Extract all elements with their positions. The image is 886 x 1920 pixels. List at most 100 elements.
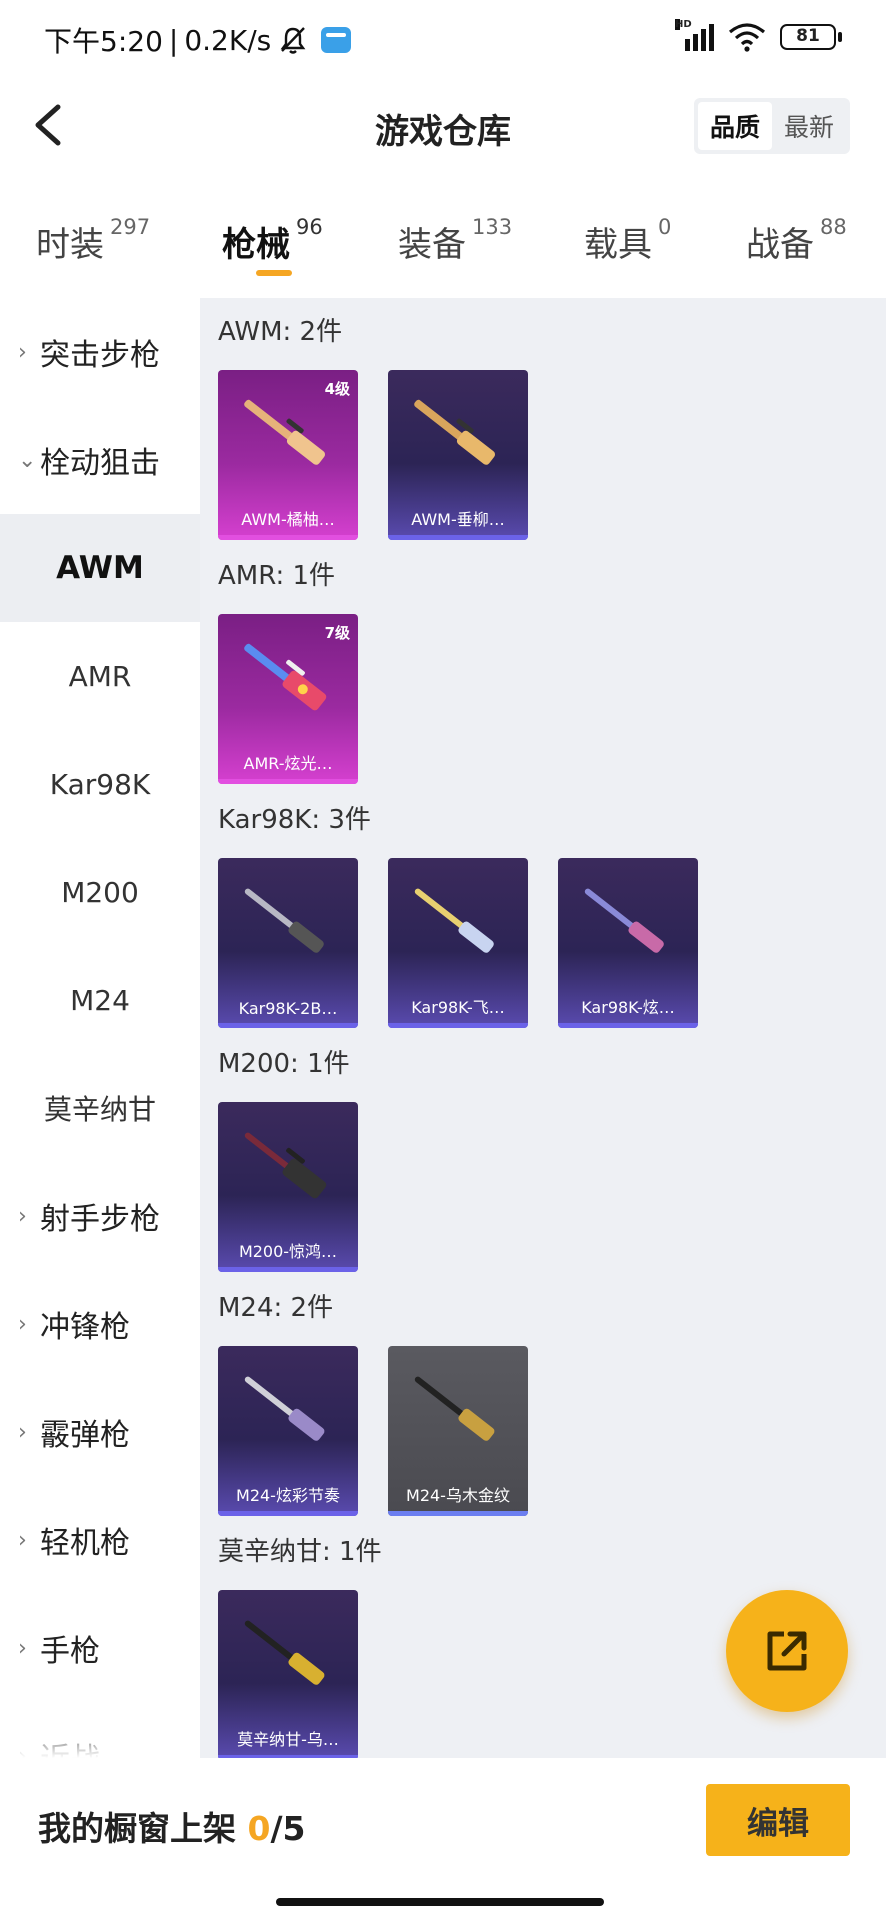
chevron-down-icon: ⌄	[18, 447, 37, 473]
network-speed: 0.2K/s	[184, 23, 272, 57]
card-row: Kar98K-2B… Kar98K-飞… Kar98K-炫…	[218, 858, 698, 1028]
section-m200: M200: 1件 M200-惊鸿…	[218, 1044, 358, 1272]
rarity-bar	[218, 779, 358, 784]
weapon-card[interactable]: Kar98K-2B…	[218, 858, 358, 1028]
sidebar-item-label: AWM	[56, 550, 144, 586]
sidebar-subitem-kar98k[interactable]: Kar98K	[0, 730, 200, 838]
chevron-right-icon: ›	[18, 1203, 27, 1229]
sort-latest-button[interactable]: 最新	[772, 102, 846, 150]
sort-toggle: 品质 最新	[694, 98, 850, 154]
sidebar-item-label: M24	[70, 983, 130, 1017]
sidebar-subitem-mosin[interactable]: 莫辛纳甘	[0, 1054, 200, 1162]
edit-button[interactable]: 编辑	[706, 1784, 850, 1856]
sidebar-item-label: 栓动狙击	[40, 446, 160, 481]
cell-signal-icon: HD	[675, 19, 714, 51]
tab-vehicles[interactable]: 载具 0	[584, 215, 672, 266]
rifle-icon	[244, 1376, 325, 1441]
weapon-name: AWM-垂柳…	[411, 510, 505, 529]
showcase-total: /5	[270, 1809, 306, 1848]
chevron-right-icon: ›	[18, 1419, 27, 1445]
bell-muted-icon	[280, 27, 306, 54]
weapon-card[interactable]: AWM-垂柳…	[388, 370, 528, 540]
rifle-icon	[244, 1132, 327, 1199]
weapon-name: Kar98K-炫…	[581, 998, 675, 1017]
weapon-name: Kar98K-飞…	[411, 998, 505, 1017]
section-m24: M24: 2件 M24-炫彩节奏 M24-乌木金纹	[218, 1288, 528, 1516]
chevron-right-icon: ›	[18, 339, 27, 365]
chevron-right-icon: ›	[18, 1527, 27, 1553]
tab-label: 枪械	[222, 225, 290, 265]
weapon-card[interactable]: 4级 AWM-橘柚…	[218, 370, 358, 540]
card-row: 4级 AWM-橘柚… AWM-垂柳…	[218, 370, 528, 540]
sidebar-subitem-amr[interactable]: AMR	[0, 622, 200, 730]
card-row: M24-炫彩节奏 M24-乌木金纹	[218, 1346, 528, 1516]
tab-guns[interactable]: 枪械 96	[222, 215, 323, 266]
weapon-card[interactable]: Kar98K-炫…	[558, 858, 698, 1028]
sidebar-subitem-m200[interactable]: M200	[0, 838, 200, 946]
sidebar-item-label: 霰弹枪	[40, 1418, 130, 1453]
weapon-card[interactable]: 莫辛纳甘-乌…	[218, 1590, 358, 1758]
sidebar-item-label: 莫辛纳甘	[43, 1093, 156, 1126]
weapon-name: 莫辛纳甘-乌…	[237, 1730, 339, 1749]
sidebar-item-label: 冲锋枪	[40, 1310, 130, 1345]
share-fab-button[interactable]	[726, 1590, 848, 1712]
weapon-name: M24-乌木金纹	[406, 1486, 510, 1505]
rarity-bar	[218, 535, 358, 540]
sidebar-item-marksman[interactable]: › 射手步枪	[0, 1162, 200, 1270]
sidebar: › 突击步枪 ⌄ 栓动狙击 AWM AMR Kar98K M200 M24 莫辛…	[0, 298, 200, 1758]
sidebar-item-lmg[interactable]: › 轻机枪	[0, 1486, 200, 1594]
sidebar-fade	[0, 1718, 200, 1758]
sidebar-item-bolt-sniper[interactable]: ⌄ 栓动狙击	[0, 406, 200, 514]
card-row: M200-惊鸿…	[218, 1102, 358, 1272]
tab-fashion[interactable]: 时装 297	[36, 215, 151, 266]
weapon-card[interactable]: 7级 AMR-炫光…	[218, 614, 358, 784]
home-indicator	[276, 1898, 604, 1906]
sidebar-subitem-awm[interactable]: AWM	[0, 514, 200, 622]
sidebar-subitem-m24[interactable]: M24	[0, 946, 200, 1054]
sort-quality-button[interactable]: 品质	[698, 102, 772, 150]
rarity-bar	[388, 535, 528, 540]
rifle-icon	[244, 399, 326, 465]
tab-equipment[interactable]: 装备 133	[398, 215, 512, 266]
back-button[interactable]	[22, 100, 72, 150]
notification-app-icon	[321, 27, 352, 53]
section-amr: AMR: 1件 7级 AMR-炫光…	[218, 556, 358, 784]
weapon-card[interactable]: M24-乌木金纹	[388, 1346, 528, 1516]
weapon-card[interactable]: M200-惊鸿…	[218, 1102, 358, 1272]
hd-label: HD	[675, 19, 692, 30]
battery-indicator: 81	[780, 24, 842, 50]
section-title: Kar98K: 3件	[218, 805, 371, 835]
tab-count: 297	[110, 215, 151, 239]
tab-label: 战备	[746, 225, 814, 265]
tab-count: 0	[658, 215, 672, 239]
bottom-bar: 我的橱窗上架 0/5 编辑	[0, 1758, 886, 1920]
showcase-label: 我的橱窗上架	[38, 1809, 236, 1848]
status-right: HD 81	[675, 19, 842, 52]
tab-supplies[interactable]: 战备 88	[746, 215, 847, 266]
sidebar-item-smg[interactable]: › 冲锋枪	[0, 1270, 200, 1378]
weapon-name: Kar98K-2B…	[238, 999, 338, 1018]
sidebar-item-assault-rifle[interactable]: › 突击步枪	[0, 298, 200, 406]
sidebar-item-shotgun[interactable]: › 霰弹枪	[0, 1378, 200, 1486]
sidebar-item-label: 手枪	[40, 1634, 100, 1669]
weapon-name: M24-炫彩节奏	[236, 1486, 340, 1505]
rifle-icon	[244, 888, 324, 953]
weapon-name: AWM-橘柚…	[241, 510, 335, 529]
section-title: AMR: 1件	[218, 561, 336, 591]
category-tabs: 时装 297 枪械 96 装备 133 载具 0 战备 88	[0, 205, 886, 280]
rarity-bar	[218, 1023, 358, 1028]
rifle-icon	[584, 888, 664, 953]
card-row: 莫辛纳甘-乌…	[218, 1590, 382, 1758]
weapon-card[interactable]: M24-炫彩节奏	[218, 1346, 358, 1516]
weapon-grid: AWM: 2件 4级 AWM-橘柚… AWM-垂柳… AMR: 1件 7级 AM…	[200, 298, 886, 1758]
weapon-name: AMR-炫光…	[243, 754, 333, 773]
status-time: 下午5:20	[44, 25, 163, 58]
card-row: 7级 AMR-炫光…	[218, 614, 358, 784]
sidebar-item-label: AMR	[68, 659, 132, 693]
sidebar-item-pistol[interactable]: › 手枪	[0, 1594, 200, 1702]
weapon-card[interactable]: Kar98K-飞…	[388, 858, 528, 1028]
weapon-name: M200-惊鸿…	[238, 1242, 338, 1261]
rifle-icon	[414, 1376, 495, 1441]
tab-label: 装备	[398, 225, 466, 265]
section-title: 莫辛纳甘: 1件	[218, 1537, 382, 1567]
